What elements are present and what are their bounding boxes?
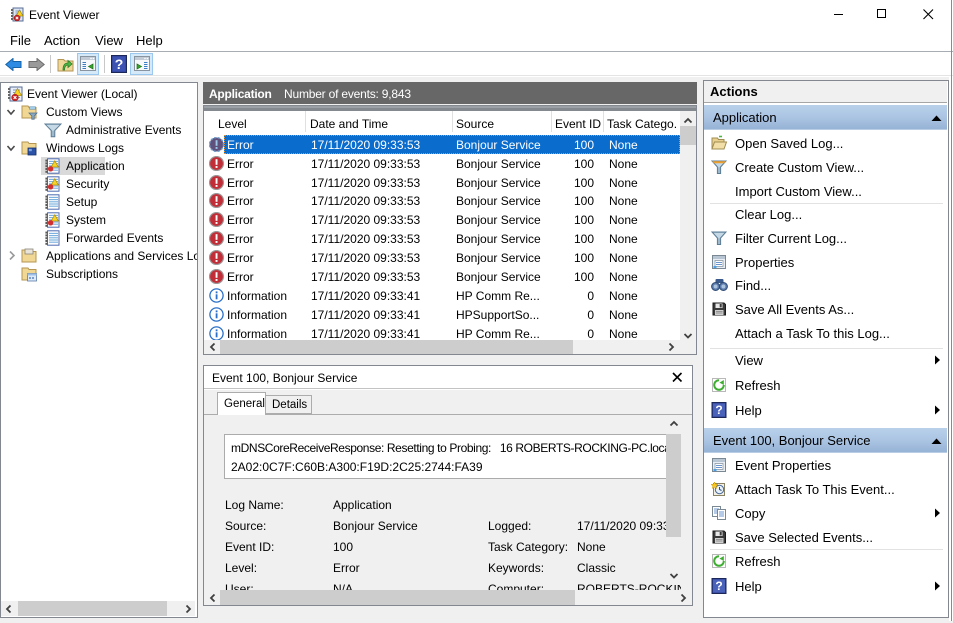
svg-text:?: ? (715, 403, 722, 417)
svg-text:?: ? (115, 56, 124, 72)
svg-text:?: ? (715, 579, 722, 593)
